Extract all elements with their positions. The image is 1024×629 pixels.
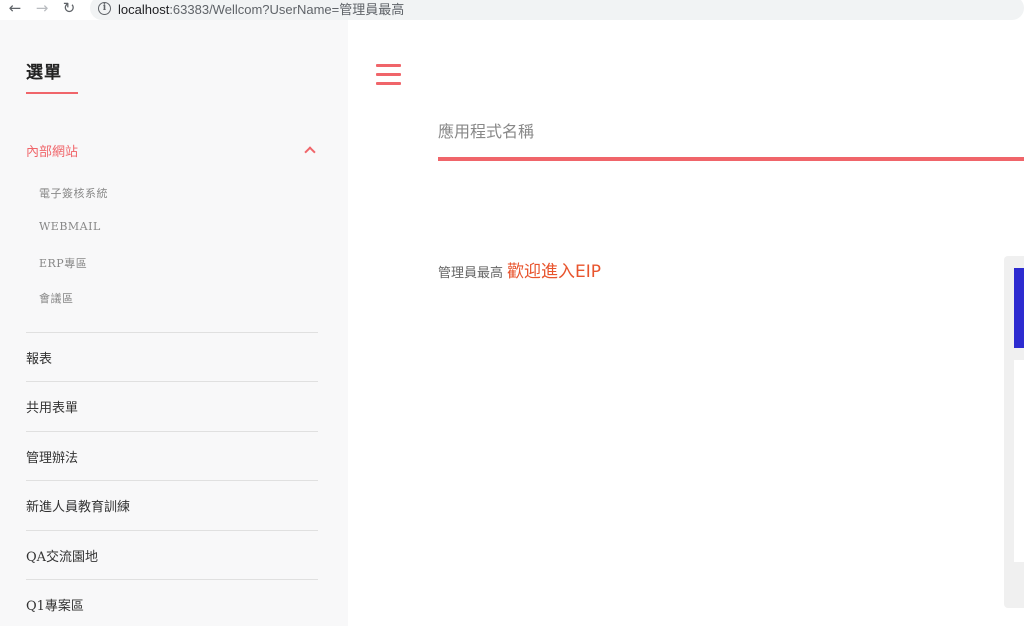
sidebar-subitem-webmail[interactable]: WEBMAIL [39,220,101,233]
chevron-up-icon[interactable] [304,146,316,158]
sidebar-title-underline [26,92,78,94]
url-text[interactable]: localhost:63383/Wellcom?UserName=管理員最高 [118,0,404,18]
sidebar-item-reports[interactable]: 報表 [26,332,318,382]
url-host: localhost [118,1,170,17]
sidebar-item-new-staff-training[interactable]: 新進人員教育訓練 [26,480,318,530]
back-icon[interactable]: ← [2,0,28,18]
info-icon[interactable]: i [98,1,111,15]
hamburger-bar [376,64,401,67]
sidebar-item-shared-forms[interactable]: 共用表單 [26,381,318,431]
hamburger-icon[interactable] [376,64,401,85]
hamburger-bar [376,73,401,76]
side-widget-tab[interactable] [1014,268,1024,348]
welcome-message: 管理員最高 歡迎進入EIP [438,257,601,282]
browser-toolbar: ← → ↻ i localhost:63383/Wellcom?UserName… [0,0,1024,20]
app-name: 應用程式名稱 [438,122,535,141]
user-name: 管理員最高 [438,266,504,281]
sidebar: 選單 內部網站 電子簽核系統 WEBMAIL ERP專區 會議區 報表 共用表單… [0,20,348,626]
forward-icon[interactable]: → [29,0,55,18]
sidebar-subitem-meeting[interactable]: 會議區 [39,290,74,306]
sidebar-title: 選單 [26,63,62,83]
sidebar-item-qa-forum[interactable]: QA交流園地 [26,530,318,580]
reload-icon[interactable]: ↻ [56,0,82,18]
sidebar-item-q1-projects[interactable]: Q1專案區 [26,579,318,629]
sidebar-subitem-erp[interactable]: ERP專區 [39,255,87,271]
sidebar-item-regulations[interactable]: 管理辦法 [26,431,318,481]
sidebar-group-internal-sites[interactable]: 內部網站 [26,140,318,160]
url-path: :63383/Wellcom?UserName=管理員最高 [169,1,405,17]
hamburger-bar [376,82,401,85]
sidebar-subitem-esign[interactable]: 電子簽核系統 [39,185,108,201]
side-widget-content [1014,360,1024,562]
welcome-text: 歡迎進入EIP [507,262,602,282]
address-bar[interactable]: i localhost:63383/Wellcom?UserName=管理員最高 [90,0,1024,20]
app-name-underline [438,157,1024,161]
sidebar-group-label: 內部網站 [26,144,79,160]
